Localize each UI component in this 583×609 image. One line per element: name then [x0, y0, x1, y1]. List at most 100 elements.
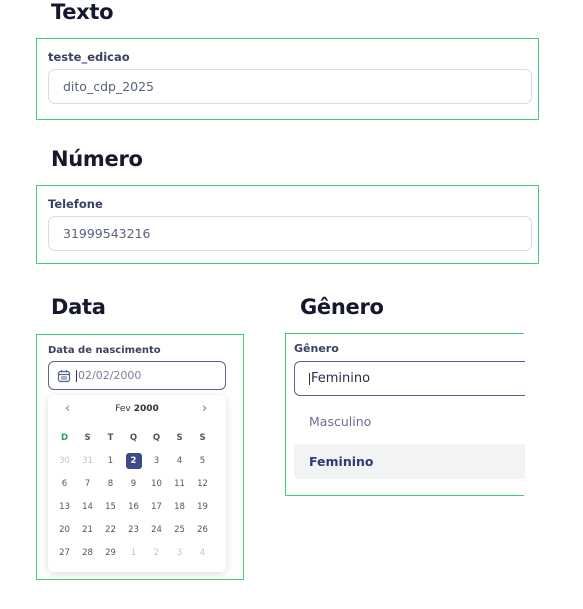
calendar-day-label: 15 [105, 501, 116, 512]
calendar-day[interactable]: 4 [168, 452, 191, 469]
calendar-day[interactable]: 26 [191, 521, 214, 538]
genero-heading: Gênero [300, 295, 384, 319]
calendar-day[interactable]: 9 [122, 475, 145, 492]
calendar-day[interactable]: 16 [122, 498, 145, 515]
calendar-day[interactable]: 19 [191, 498, 214, 515]
calendar-weekday: D [60, 432, 69, 443]
birthdate-value: 02/02/2000 [78, 369, 142, 382]
calendar-day-label: 13 [59, 501, 70, 512]
calendar-day[interactable]: 28 [76, 544, 99, 561]
calendar-day[interactable]: 8 [99, 475, 122, 492]
genero-field-label: Gênero [294, 342, 339, 355]
calendar-day[interactable]: 30 [53, 452, 76, 469]
numero-field-label: Telefone [48, 197, 103, 211]
calendar-day-label: 1 [107, 455, 114, 466]
calendar-day[interactable]: 13 [53, 498, 76, 515]
calendar-icon[interactable] [57, 369, 71, 383]
text-caret [309, 372, 310, 385]
chevron-right-icon[interactable]: › [202, 401, 207, 416]
calendar-day-label: 16 [128, 501, 139, 512]
calendar-day-label: 28 [82, 547, 93, 558]
calendar-week-row: 13 14 15 16 17 18 19 [53, 498, 214, 521]
calendar-header: ‹ Fev 2000 › [48, 395, 226, 421]
calendar-weekday-row: DSTQQSS [53, 429, 214, 452]
texto-field-label: teste_edicao [48, 50, 130, 64]
calendar-day[interactable]: 18 [168, 498, 191, 515]
calendar-day[interactable]: 29 [99, 544, 122, 561]
calendar-day-label: 6 [61, 478, 68, 489]
calendar-day[interactable]: 3 [145, 452, 168, 469]
calendar-day[interactable]: 17 [145, 498, 168, 515]
calendar-day[interactable]: 20 [53, 521, 76, 538]
calendar-weekday: Q [152, 432, 161, 443]
genero-select-value: Feminino [311, 371, 371, 386]
calendar-day[interactable]: 10 [145, 475, 168, 492]
calendar-day-label: 20 [59, 524, 70, 535]
genero-option-masculino[interactable]: Masculino [294, 400, 525, 442]
calendar-day-selected[interactable]: 2 [122, 452, 145, 469]
calendar-month-year: Fev 2000 [48, 404, 226, 414]
genero-select[interactable]: Feminino [294, 361, 525, 396]
calendar-day[interactable]: 1 [99, 452, 122, 469]
date-picker-popup: ‹ Fev 2000 › D S T Q Q S S 30 31 1 2 3 4 5 6 7 8 9 10 11 12 13… [48, 395, 226, 572]
calendar-day[interactable]: 24 [145, 521, 168, 538]
calendar-day[interactable]: 12 [191, 475, 214, 492]
calendar-day-label: 5 [199, 455, 206, 466]
calendar-day[interactable]: 27 [53, 544, 76, 561]
calendar-day[interactable]: 14 [76, 498, 99, 515]
calendar-grid: D S T Q Q S S 30 31 1 2 3 4 5 6 7 8 9 10 11 12 13 14 15 16 17 18 19… [53, 429, 214, 567]
calendar-day[interactable]: 5 [191, 452, 214, 469]
calendar-week-row: 30 31 1 2 3 4 5 [53, 452, 214, 475]
numero-field-frame: Telefone 31999543216 [36, 185, 539, 264]
calendar-day-label: 2 [153, 547, 160, 558]
genero-option-feminino[interactable]: Feminino [294, 444, 525, 479]
calendar-week-row: 20 21 22 23 24 25 26 [53, 521, 214, 544]
calendar-day[interactable]: 3 [168, 544, 191, 561]
calendar-day-label: 9 [130, 478, 137, 489]
calendar-day-label: 26 [197, 524, 208, 535]
calendar-day-label: 3 [176, 547, 183, 558]
calendar-day[interactable]: 22 [99, 521, 122, 538]
telefone-input-value: 31999543216 [63, 226, 151, 241]
calendar-weekday: Q [129, 432, 138, 443]
calendar-day-label: 4 [199, 547, 206, 558]
calendar-year: 2000 [133, 404, 159, 414]
calendar-day[interactable]: 11 [168, 475, 191, 492]
calendar-day[interactable]: 21 [76, 521, 99, 538]
data-heading: Data [51, 295, 106, 319]
calendar-weekday: S [176, 432, 183, 443]
texto-field-frame: teste_edicao dito_cdp_2025 [36, 38, 539, 120]
texto-heading: Texto [51, 0, 114, 24]
calendar-day[interactable]: 31 [76, 452, 99, 469]
calendar-day-label: 12 [197, 478, 208, 489]
calendar-weekday: T [107, 432, 114, 443]
genero-dropdown: Masculino Feminino [294, 400, 525, 492]
texto-input-value: dito_cdp_2025 [63, 79, 155, 94]
calendar-day[interactable]: 1 [122, 544, 145, 561]
calendar-day[interactable]: 7 [76, 475, 99, 492]
calendar-weekday: S [199, 432, 206, 443]
calendar-weekday: S [84, 432, 91, 443]
genero-field-frame: Gênero Feminino Masculino Feminino [285, 333, 525, 496]
calendar-day-label: 24 [151, 524, 162, 535]
birthdate-input[interactable]: 02/02/2000 [48, 361, 226, 390]
calendar-day-label: 29 [105, 547, 116, 558]
calendar-day[interactable]: 25 [168, 521, 191, 538]
calendar-day[interactable]: 2 [145, 544, 168, 561]
calendar-day-label: 21 [82, 524, 93, 535]
calendar-week-row: 27 28 29 1 2 3 4 [53, 544, 214, 567]
calendar-day-label: 19 [197, 501, 208, 512]
calendar-day-label: 3 [153, 455, 160, 466]
calendar-day-label: 14 [82, 501, 93, 512]
calendar-day-label: 31 [82, 455, 93, 466]
calendar-day-label: 23 [128, 524, 139, 535]
calendar-day[interactable]: 4 [191, 544, 214, 561]
calendar-day[interactable]: 23 [122, 521, 145, 538]
numero-heading: Número [51, 147, 143, 171]
calendar-day[interactable]: 15 [99, 498, 122, 515]
texto-input[interactable]: dito_cdp_2025 [48, 69, 532, 104]
telefone-input[interactable]: 31999543216 [48, 216, 532, 251]
text-caret [76, 369, 77, 382]
calendar-day-label: 18 [174, 501, 185, 512]
calendar-day[interactable]: 6 [53, 475, 76, 492]
